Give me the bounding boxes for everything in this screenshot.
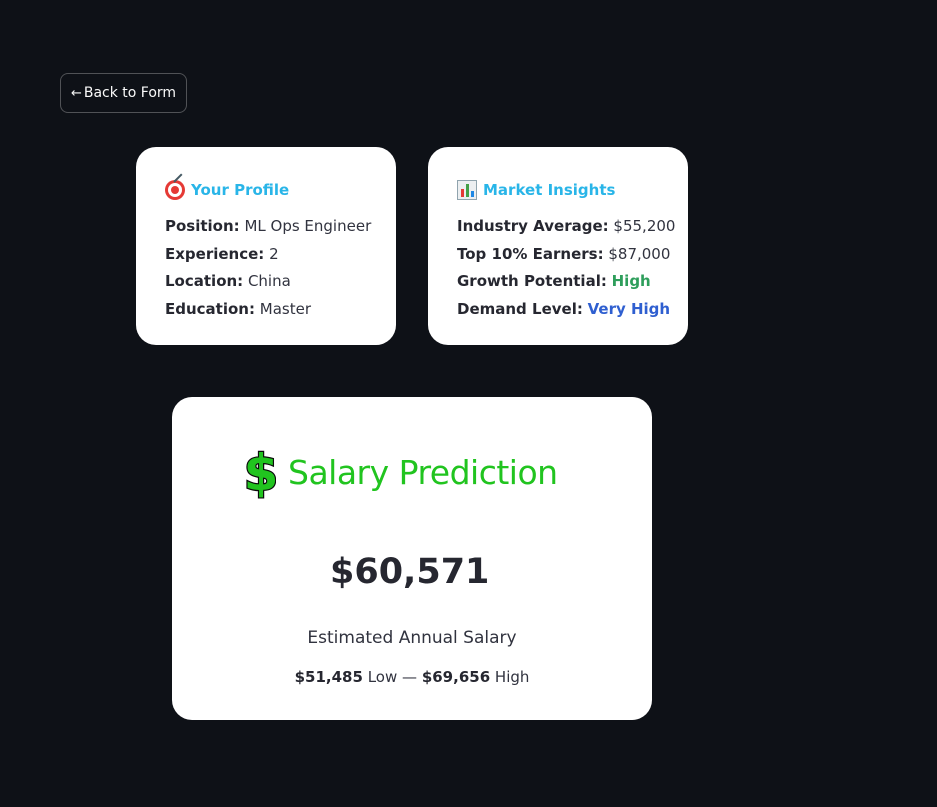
predicted-salary-value: $60,571 (330, 552, 490, 592)
insights-label: Industry Average: (457, 217, 609, 235)
profile-label: Position: (165, 217, 240, 235)
profile-card-title: Your Profile (165, 173, 396, 203)
growth-potential-value: High (611, 272, 651, 290)
salary-prediction-card: $ Salary Prediction $60,571 Estimated An… (172, 397, 652, 720)
market-insights-card: Market Insights Industry Average: $55,20… (428, 147, 688, 345)
profile-title-text: Your Profile (191, 181, 290, 199)
profile-row-position: Position: ML Ops Engineer (165, 213, 396, 241)
insights-label: Top 10% Earners: (457, 244, 604, 263)
insights-title-text: Market Insights (483, 181, 616, 199)
profile-row-location: Location: China (165, 268, 396, 296)
profile-label: Location: (165, 272, 244, 290)
salary-range-low-label: Low (367, 668, 398, 686)
profile-value: ML Ops Engineer (244, 217, 372, 235)
insights-value: $55,200 (613, 217, 676, 235)
svg-text:$: $ (246, 445, 276, 499)
estimated-annual-salary-label: Estimated Annual Salary (307, 628, 517, 648)
prediction-title-text: Salary Prediction (288, 452, 558, 492)
bar-chart-icon (457, 180, 477, 200)
profile-label: Education: (165, 299, 255, 318)
demand-level-value: Very High (587, 299, 671, 318)
prediction-title: $ Salary Prediction (246, 445, 558, 499)
insights-value: $87,000 (608, 244, 671, 263)
salary-range-high-label: High (494, 668, 530, 686)
profile-card: Your Profile Position: ML Ops Engineer E… (136, 147, 396, 345)
insights-row-industry-average: Industry Average: $55,200 (457, 213, 688, 241)
insights-row-growth-potential: Growth Potential: High (457, 268, 688, 296)
salary-range-separator: — (402, 668, 418, 686)
insights-label: Demand Level: (457, 299, 583, 318)
profile-value: Master (259, 299, 311, 318)
salary-range-low-value: $51,485 (294, 668, 363, 686)
profile-value: China (247, 272, 291, 290)
insights-row-demand-level: Demand Level: Very High (457, 296, 688, 324)
insights-card-title: Market Insights (457, 177, 688, 203)
target-icon (165, 173, 185, 200)
salary-range-high-value: $69,656 (421, 668, 491, 686)
salary-range: $51,485 Low — $69,656 High (172, 668, 652, 686)
insights-row-top-earners: Top 10% Earners: $87,000 (457, 241, 688, 269)
insights-label: Growth Potential: (457, 272, 607, 290)
back-to-form-label: Back to Form (83, 85, 177, 101)
profile-row-education: Education: Master (165, 296, 396, 324)
profile-value: 2 (269, 244, 279, 263)
profile-row-experience: Experience: 2 (165, 241, 396, 269)
arrow-left-icon: ← (70, 85, 82, 101)
dollar-sign-icon: $ (246, 445, 276, 499)
profile-label: Experience: (165, 244, 265, 263)
back-to-form-button[interactable]: ← Back to Form (60, 73, 187, 113)
